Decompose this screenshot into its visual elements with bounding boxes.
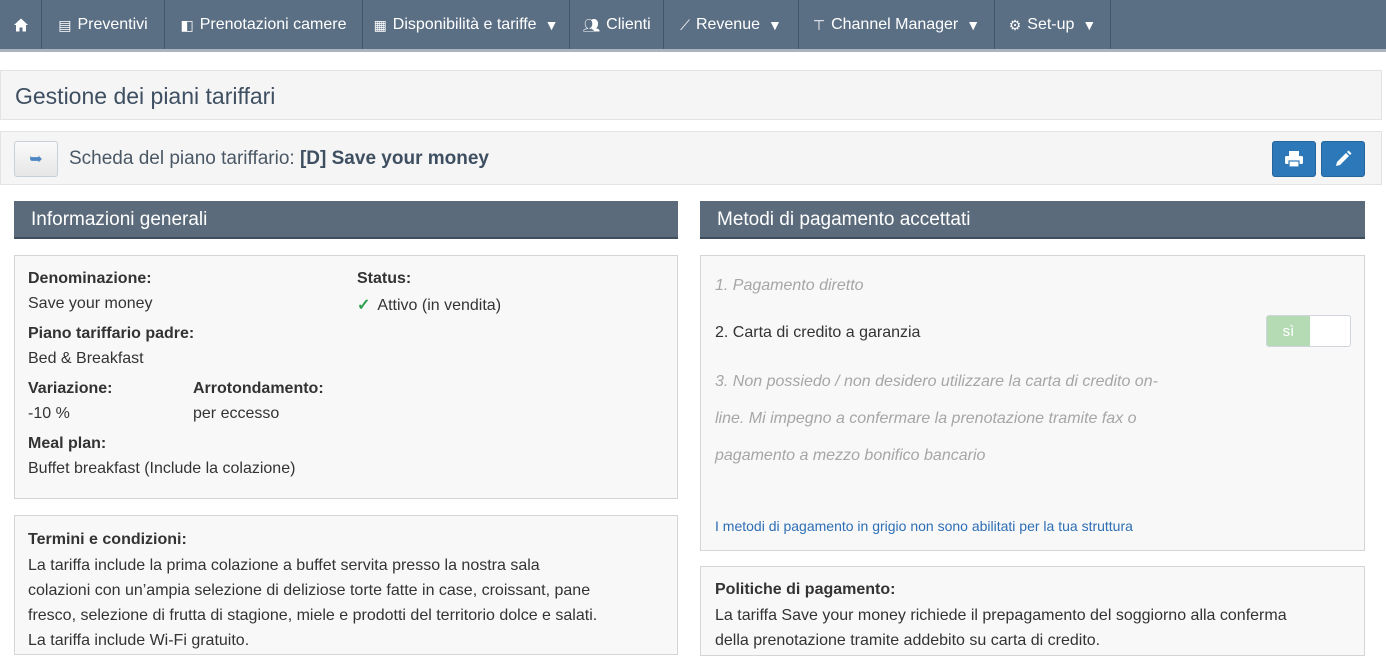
nav-channel-manager[interactable]: ⊤ Channel Manager ▼ — [799, 0, 995, 49]
reply-arrow-icon: ➥ — [29, 151, 43, 168]
terms-line: La tariffa include Wi-Fi gratuito. — [28, 632, 250, 649]
users-icon: 👥︎ — [582, 16, 601, 33]
payment-policy-label: Politiche di pagamento: — [715, 581, 896, 598]
home-button[interactable] — [0, 0, 42, 49]
calendar-icon: ▦ — [373, 16, 387, 33]
variazione-label: Variazione: — [28, 380, 113, 397]
nav-channel-manager-label: Channel Manager — [831, 15, 959, 33]
parent-plan-label: Piano tariffario padre: — [28, 325, 195, 342]
nav-clienti[interactable]: 👥︎ Clienti — [570, 0, 664, 49]
edit-button[interactable] — [1321, 141, 1365, 177]
meal-plan-value: Buffet breakfast (Include la colazione) — [28, 460, 296, 477]
payment-policy-line: della prenotazione tramite addebito su c… — [715, 632, 1101, 649]
print-button[interactable] — [1272, 141, 1316, 177]
rate-plan-heading: Scheda del piano tariffario: [D] Save yo… — [69, 148, 489, 170]
general-info-panel: Denominazione: Save your money Status: ✓… — [14, 255, 678, 499]
terms-panel: Termini e condizioni: La tariffa include… — [14, 515, 678, 655]
bank-transfer-line: 3. Non possiedo / non desidero utilizzar… — [715, 373, 1158, 390]
print-icon — [1285, 151, 1303, 168]
terms-line: colazioni con un’ampia selezione di deli… — [28, 582, 591, 599]
denominazione-label: Denominazione: — [28, 270, 152, 287]
payment-methods-header: Metodi di pagamento accettati — [700, 201, 1365, 239]
toggle-on-label: sì — [1267, 316, 1310, 346]
page-title: Gestione dei piani tariffari — [15, 83, 276, 109]
nav-preventivi-label: Preventivi — [77, 15, 148, 33]
bank-transfer-line: pagamento a mezzo bonifico bancario — [715, 447, 986, 464]
denominazione-value: Save your money — [28, 295, 153, 312]
trend-icon: ⟋ — [680, 16, 690, 33]
top-navbar: ▤ Preventivi ◧ Prenotazioni camere ▦ Dis… — [0, 0, 1386, 52]
terms-label: Termini e condizioni: — [28, 531, 187, 548]
nav-set-up[interactable]: ⚙ Set-up ▼ — [995, 0, 1111, 49]
pencil-icon — [1336, 150, 1352, 166]
home-icon — [13, 18, 28, 31]
status-label: Status: — [357, 270, 412, 287]
arrotondamento-value: per eccesso — [193, 405, 280, 422]
nav-disponibilita-tariffe[interactable]: ▦ Disponibilità e tariffe ▼ — [363, 0, 570, 49]
payment-method-direct: 1. Pagamento diretto — [715, 277, 864, 294]
nav-clienti-label: Clienti — [606, 15, 651, 33]
content-area: Informazioni generali Denominazione: Sav… — [0, 186, 1386, 656]
checkmark-icon: ✓ — [357, 297, 371, 314]
back-button[interactable]: ➥ — [14, 141, 58, 177]
credit-card-toggle[interactable]: sì — [1266, 315, 1351, 347]
rate-plan-prefix: Scheda del piano tariffario: — [69, 148, 295, 169]
caret-down-icon: ▼ — [966, 16, 981, 33]
book-icon: ◧ — [180, 16, 194, 33]
caret-down-icon: ▼ — [768, 16, 782, 33]
nav-revenue-label: Revenue — [695, 15, 760, 33]
terms-text: La tariffa include la prima colazione a … — [28, 553, 673, 653]
payment-policy-line: La tariffa Save your money richiede il p… — [715, 607, 1287, 624]
nav-revenue[interactable]: ⟋ Revenue ▼ — [664, 0, 799, 49]
signpost-icon: ⊤ — [812, 16, 826, 33]
nav-disponibilita-label: Disponibilità e tariffe — [392, 15, 537, 33]
rate-plan-toolbar: ➥ Scheda del piano tariffario: [D] Save … — [0, 131, 1382, 185]
terms-line: La tariffa include la prima colazione a … — [28, 557, 540, 574]
gear-icon: ⚙ — [1008, 16, 1022, 33]
status-value-row: ✓ Attivo (in vendita) — [357, 295, 501, 315]
nav-prenotazioni-camere[interactable]: ◧ Prenotazioni camere — [165, 0, 363, 49]
payment-policy-text: La tariffa Save your money richiede il p… — [715, 603, 1360, 653]
nav-setup-label: Set-up — [1027, 15, 1075, 33]
disabled-methods-note: I metodi di pagamento in grigio non sono… — [715, 518, 1133, 534]
rate-plan-name: [D] Save your money — [299, 148, 489, 169]
meal-plan-label: Meal plan: — [28, 435, 107, 452]
bank-transfer-line: line. Mi impegno a confermare la prenota… — [715, 410, 1137, 427]
nav-preventivi[interactable]: ▤ Preventivi — [42, 0, 165, 49]
parent-plan-value: Bed & Breakfast — [28, 350, 144, 367]
variazione-value: -10 % — [28, 405, 70, 422]
nav-prenotazioni-label: Prenotazioni camere — [199, 15, 347, 33]
status-value: Attivo (in vendita) — [377, 297, 502, 314]
terms-line: fresco, selezione di frutta di stagione,… — [28, 607, 598, 624]
payment-policy-panel: Politiche di pagamento: La tariffa Save … — [700, 566, 1365, 656]
caret-down-icon: ▼ — [544, 16, 559, 33]
general-info-header: Informazioni generali — [14, 201, 678, 239]
arrotondamento-label: Arrotondamento: — [193, 380, 324, 397]
payment-method-credit-card: 2. Carta di credito a garanzia — [715, 324, 921, 341]
payment-methods-panel: 1. Pagamento diretto 2. Carta di credito… — [700, 255, 1365, 551]
document-icon: ▤ — [58, 16, 72, 33]
payment-method-bank-transfer: 3. Non possiedo / non desidero utilizzar… — [715, 363, 1355, 474]
page-header: Gestione dei piani tariffari — [0, 70, 1382, 120]
caret-down-icon: ▼ — [1082, 16, 1097, 33]
